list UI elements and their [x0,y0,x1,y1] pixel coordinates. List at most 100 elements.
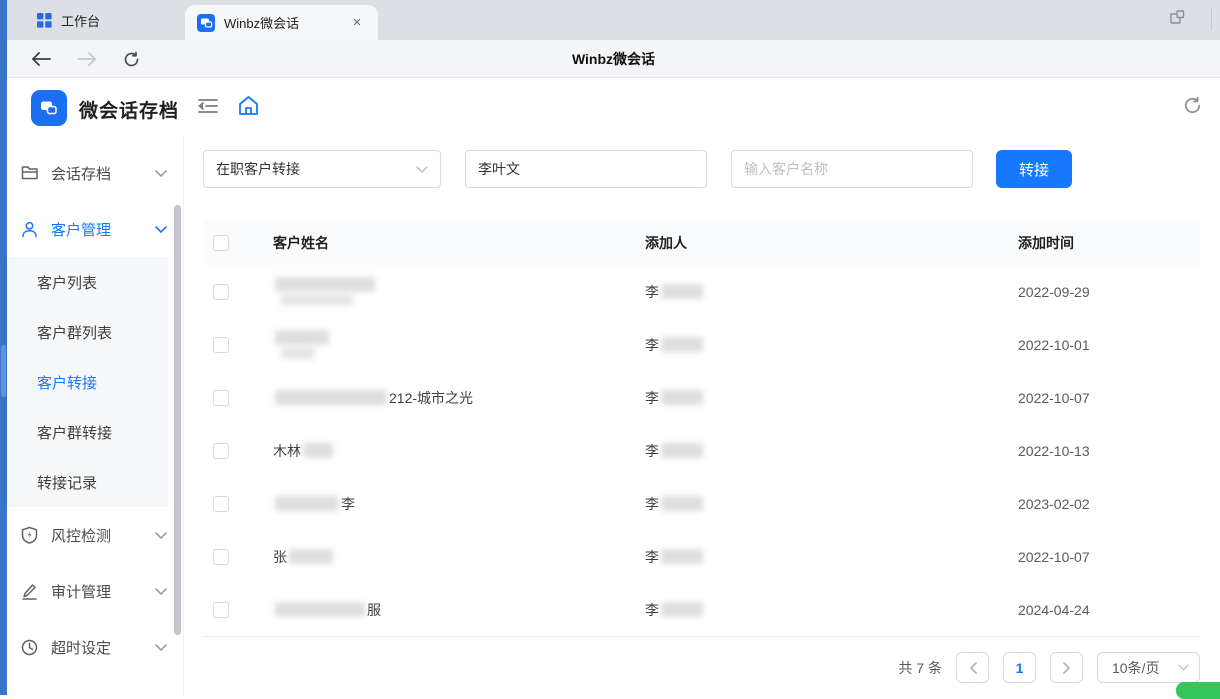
cell-text: 李 [645,494,659,514]
redacted-text [661,284,703,299]
transfer-type-value: 在职客户转接 [216,159,300,179]
redacted-text [275,277,375,306]
cell-text: 李 [645,600,659,620]
subitem-label: 客户转接 [37,372,97,393]
titlebar-divider [1211,8,1212,30]
customer-name-input[interactable] [731,150,973,188]
table-row[interactable]: 木林 李 2022-10-13 [203,424,1200,477]
customer-name-cell [273,277,645,306]
redacted-text [275,390,387,405]
tab-workspace-label: 工作台 [61,11,100,30]
row-checkbox[interactable] [213,496,229,512]
cell-text: 张 [273,547,287,567]
select-all-checkbox[interactable] [213,235,229,251]
sidebar-subitem-customer-group-list[interactable]: 客户群列表 [7,307,168,357]
stripe-scroll-thumb[interactable] [1,345,6,397]
table-row[interactable]: 张 李 2022-10-07 [203,530,1200,583]
home-icon[interactable] [237,94,260,122]
chat-app-icon [197,14,215,32]
back-icon[interactable] [31,52,51,66]
sidebar-subitem-customer-transfer[interactable]: 客户转接 [7,357,168,407]
subitem-label: 客户群转接 [37,422,112,443]
row-checkbox[interactable] [213,602,229,618]
customer-name-cell: 张 [273,547,645,567]
table-row[interactable]: 李 李 2023-02-02 [203,477,1200,530]
sidebar-item-risk-detection[interactable]: 风控检测 [7,507,183,563]
folder-icon [21,164,40,183]
customer-name-cell: 212-城市之光 [273,388,645,408]
row-checkbox[interactable] [213,337,229,353]
sidebar-item-session-archive[interactable]: 会话存档 [7,145,183,201]
table-row[interactable]: 李 2022-09-29 [203,265,1200,318]
user-icon [21,220,40,239]
staff-name-input[interactable] [465,150,707,188]
collapse-sidebar-icon[interactable] [198,97,218,120]
sidebar-item-label: 风控检测 [51,525,111,546]
chevron-right-icon [1063,662,1071,674]
table-row[interactable]: 服 李 2024-04-24 [203,583,1200,636]
row-checkbox[interactable] [213,390,229,406]
cell-text: 服 [367,600,381,620]
pen-icon [21,582,40,601]
header-add-time: 添加时间 [1018,233,1200,253]
page-number-button[interactable]: 1 [1003,652,1036,683]
page-size-select[interactable]: 10条/页 [1097,652,1200,683]
customer-management-submenu: 客户列表 客户群列表 客户转接 客户群转接 转接记录 [7,257,168,507]
close-icon[interactable]: × [348,14,366,32]
header-customer-name: 客户姓名 [273,233,645,253]
customer-name-cell: 木林 [273,441,645,461]
shield-icon [21,526,40,545]
subitem-label: 客户群列表 [37,322,112,343]
sidebar-subitem-transfer-records[interactable]: 转接记录 [7,457,168,507]
reload-icon[interactable] [123,51,140,68]
window-accent-stripe [0,0,7,695]
tab-app-active[interactable]: Winbz微会话 × [185,5,378,40]
next-page-button[interactable] [1050,652,1083,683]
redacted-text [275,602,365,617]
tab-workspace[interactable]: 工作台 [19,0,118,40]
row-checkbox[interactable] [213,284,229,300]
status-toast-corner [1176,682,1220,699]
transfer-button[interactable]: 转接 [996,150,1072,188]
sidebar-item-label: 审计管理 [51,581,111,602]
table-row[interactable]: 李 2022-10-01 [203,318,1200,371]
prev-page-button[interactable] [956,652,989,683]
cell-text: 李 [645,388,659,408]
brand-title: 微会话存档 [79,96,179,123]
clock-icon [21,638,40,657]
redacted-text [303,443,333,458]
redacted-text [661,496,703,511]
chevron-down-icon [416,166,428,173]
sidebar-subitem-customer-group-transfer[interactable]: 客户群转接 [7,407,168,457]
subitem-label: 转接记录 [37,472,97,493]
forward-icon[interactable] [77,52,97,66]
sidebar-item-timeout-setting[interactable]: 超时设定 [7,619,183,675]
open-new-window-icon[interactable] [1169,9,1186,31]
header-adder: 添加人 [645,233,1018,253]
sidebar-item-label: 会话存档 [51,163,111,184]
sidebar-scrollbar[interactable] [174,205,181,635]
navigation-bar: Winbz微会话 [7,40,1220,78]
transfer-type-select[interactable]: 在职客户转接 [203,150,441,188]
content-refresh-icon[interactable] [1183,96,1202,120]
add-date-cell: 2022-10-07 [1018,549,1200,565]
add-date-cell: 2022-10-13 [1018,443,1200,459]
adder-cell: 李 [645,547,1018,567]
table-row[interactable]: 212-城市之光 李 2022-10-07 [203,371,1200,424]
row-checkbox[interactable] [213,549,229,565]
cell-text: 李 [645,441,659,461]
row-checkbox[interactable] [213,443,229,459]
main-content: 在职客户转接 转接 客户姓名 添加人 添加时间 李 2022-09-29 [185,135,1220,695]
customer-table: 客户姓名 添加人 添加时间 李 2022-09-29 李 2022-10-01 … [203,221,1200,637]
sidebar: 会话存档 客户管理 客户列表 客户群列表 客户转接 客户群转接 转接记录 [7,135,184,695]
adder-cell: 李 [645,441,1018,461]
adder-cell: 李 [645,494,1018,514]
sidebar-item-customer-management[interactable]: 客户管理 [7,201,183,257]
filter-bar: 在职客户转接 转接 [203,150,1072,188]
cell-text: 李 [341,494,355,514]
sidebar-item-audit-management[interactable]: 审计管理 [7,563,183,619]
cell-text: 李 [645,547,659,567]
sidebar-item-label: 客户管理 [51,219,111,240]
sidebar-subitem-customer-list[interactable]: 客户列表 [7,257,168,307]
chevron-down-icon [155,588,167,595]
